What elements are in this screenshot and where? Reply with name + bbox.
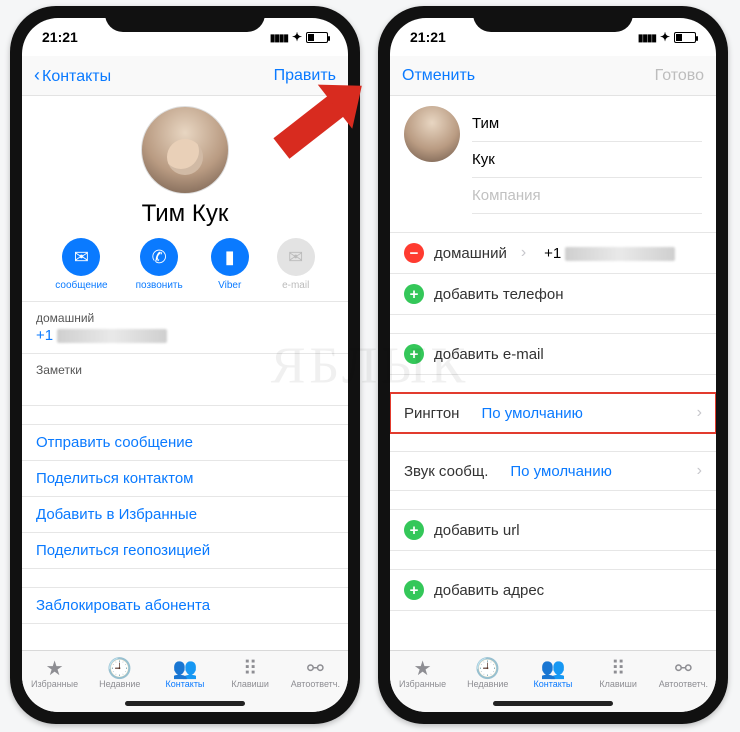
- clock-icon: 🕘: [87, 657, 152, 679]
- add-url-row[interactable]: + добавить url: [390, 509, 716, 551]
- contact-avatar[interactable]: [404, 106, 460, 162]
- contact-name: Тим Кук: [22, 200, 348, 228]
- mail-icon: ✉: [277, 238, 315, 276]
- video-icon: ▮: [211, 238, 249, 276]
- message-icon: ✉: [62, 238, 100, 276]
- battery-icon: [306, 32, 328, 43]
- tab-voicemail[interactable]: ⚯Автоответч.: [651, 657, 716, 689]
- ringtone-row[interactable]: Рингтон По умолчанию ›: [390, 393, 716, 433]
- phone-frame-right: 21:21 Отменить Готово Тим Кук Компани: [378, 6, 728, 724]
- tab-recents[interactable]: 🕘Недавние: [87, 657, 152, 689]
- contacts-icon: 👥: [152, 657, 217, 679]
- cancel-button[interactable]: Отменить: [402, 67, 475, 85]
- add-icon: +: [404, 344, 424, 364]
- clock-icon: 🕘: [455, 657, 520, 679]
- action-row: ✉ сообщение ✆ позвонить ▮ Viber ✉ e-mail: [22, 238, 348, 291]
- add-address-row[interactable]: + добавить адрес: [390, 569, 716, 611]
- back-button[interactable]: ‹Контакты: [34, 65, 111, 86]
- done-button[interactable]: Готово: [655, 67, 704, 85]
- star-icon: ★: [22, 657, 87, 679]
- tab-contacts[interactable]: 👥Контакты: [152, 657, 217, 689]
- action-email: ✉ e-mail: [277, 238, 315, 291]
- voicemail-icon: ⚯: [283, 657, 348, 679]
- chevron-right-icon: ›: [521, 244, 526, 262]
- add-email-row[interactable]: + добавить e-mail: [390, 333, 716, 375]
- add-icon: +: [404, 580, 424, 600]
- nav-bar: Отменить Готово: [390, 56, 716, 96]
- phone-row[interactable]: − домашний › +1: [390, 232, 716, 274]
- keypad-icon: ⠿: [586, 657, 651, 679]
- nav-bar: ‹Контакты Править: [22, 56, 348, 96]
- redacted-number: [565, 247, 675, 261]
- phone-icon: ✆: [140, 238, 178, 276]
- chevron-right-icon: ›: [697, 404, 702, 422]
- add-icon: +: [404, 520, 424, 540]
- remove-icon[interactable]: −: [404, 243, 424, 263]
- send-message-link[interactable]: Отправить сообщение: [22, 424, 348, 461]
- notch: [105, 6, 265, 32]
- wifi-icon: [292, 30, 302, 44]
- tab-favorites[interactable]: ★Избранные: [22, 657, 87, 689]
- chevron-left-icon: ‹: [34, 65, 40, 85]
- add-favorite-link[interactable]: Добавить в Избранные: [22, 497, 348, 533]
- text-tone-row[interactable]: Звук сообщ. По умолчанию ›: [390, 451, 716, 491]
- phone-cell[interactable]: домашний +1: [22, 302, 348, 354]
- signal-icon: [270, 30, 288, 44]
- contact-avatar[interactable]: [141, 106, 229, 194]
- action-message[interactable]: ✉ сообщение: [55, 238, 107, 291]
- wifi-icon: [660, 30, 670, 44]
- signal-icon: [638, 30, 656, 44]
- tab-recents[interactable]: 🕘Недавние: [455, 657, 520, 689]
- tab-keypad[interactable]: ⠿Клавиши: [218, 657, 283, 689]
- action-viber[interactable]: ▮ Viber: [211, 238, 249, 291]
- tab-voicemail[interactable]: ⚯Автоответч.: [283, 657, 348, 689]
- notes-cell[interactable]: Заметки: [22, 354, 348, 406]
- home-indicator[interactable]: [493, 701, 613, 706]
- last-name-field[interactable]: Кук: [472, 142, 702, 178]
- star-icon: ★: [390, 657, 455, 679]
- tab-contacts[interactable]: 👥Контакты: [520, 657, 585, 689]
- status-time: 21:21: [410, 29, 446, 45]
- tab-keypad[interactable]: ⠿Клавиши: [586, 657, 651, 689]
- chevron-right-icon: ›: [697, 462, 702, 480]
- status-time: 21:21: [42, 29, 78, 45]
- voicemail-icon: ⚯: [651, 657, 716, 679]
- action-call[interactable]: ✆ позвонить: [136, 238, 183, 291]
- notch: [473, 6, 633, 32]
- phone-frame-left: 21:21 ‹Контакты Править Тим Кук ✉ сообще…: [10, 6, 360, 724]
- contacts-icon: 👥: [520, 657, 585, 679]
- first-name-field[interactable]: Тим: [472, 106, 702, 142]
- phone-label: домашний: [36, 311, 334, 325]
- add-phone-row[interactable]: + добавить телефон: [390, 274, 716, 315]
- company-field[interactable]: Компания: [472, 178, 702, 214]
- tab-favorites[interactable]: ★Избранные: [390, 657, 455, 689]
- share-contact-link[interactable]: Поделиться контактом: [22, 461, 348, 497]
- redacted-number: [57, 329, 167, 343]
- share-location-link[interactable]: Поделиться геопозицией: [22, 533, 348, 569]
- add-icon: +: [404, 284, 424, 304]
- block-contact-link[interactable]: Заблокировать абонента: [22, 587, 348, 624]
- battery-icon: [674, 32, 696, 43]
- home-indicator[interactable]: [125, 701, 245, 706]
- keypad-icon: ⠿: [218, 657, 283, 679]
